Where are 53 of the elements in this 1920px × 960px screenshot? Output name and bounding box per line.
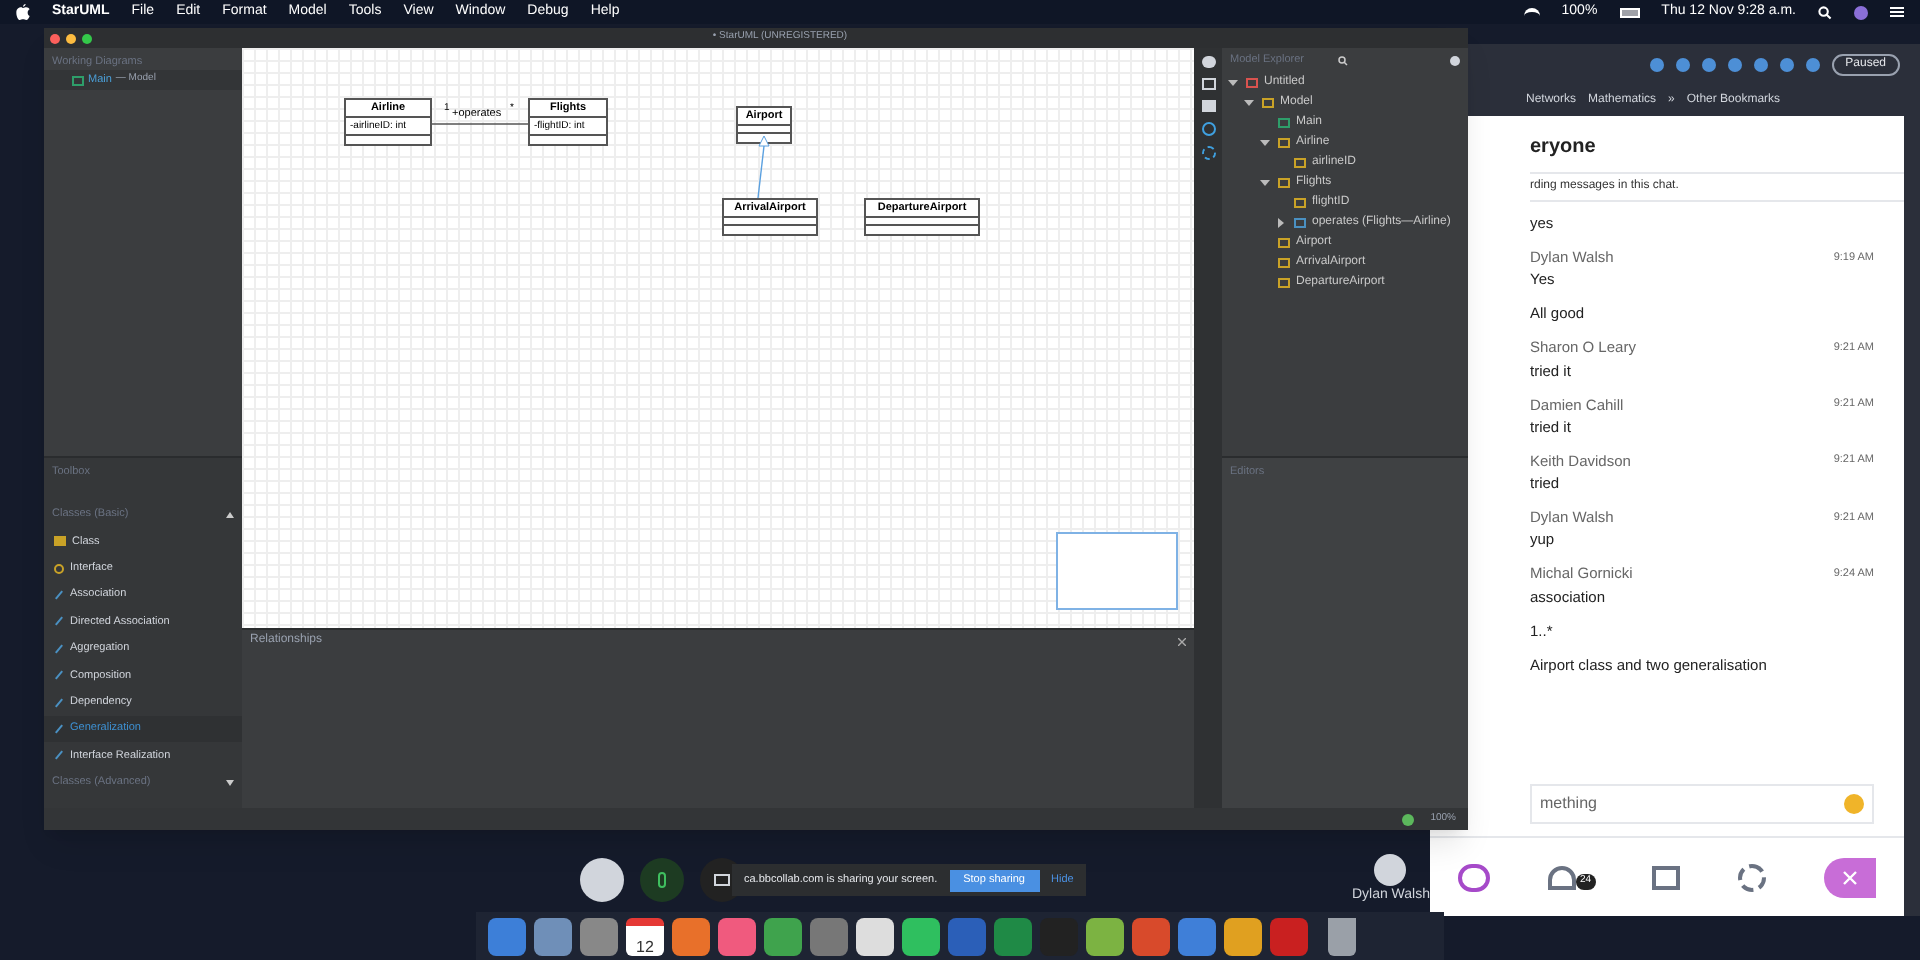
- generalization-arrow[interactable]: [757, 135, 770, 199]
- message-input[interactable]: mething: [1530, 784, 1874, 824]
- close-button[interactable]: [1823, 857, 1876, 897]
- connector-icon: [55, 751, 63, 761]
- attribute-icon: [1294, 157, 1306, 167]
- app-icon[interactable]: [902, 917, 940, 955]
- minimize-window-button[interactable]: [66, 33, 76, 43]
- battery-icon[interactable]: [1619, 7, 1640, 17]
- app-icon[interactable]: [672, 917, 710, 955]
- apple-logo-icon[interactable]: [16, 4, 30, 20]
- connector-icon: [55, 697, 63, 707]
- close-window-button[interactable]: [50, 33, 60, 43]
- class-icon: [54, 536, 66, 547]
- expand-toggle-icon[interactable]: [1244, 97, 1256, 107]
- trash-icon[interactable]: [1328, 917, 1356, 955]
- connector-icon: [55, 590, 63, 600]
- app-icon[interactable]: [856, 917, 894, 955]
- class-icon: [1278, 177, 1290, 187]
- avatar-icon[interactable]: [580, 858, 624, 902]
- expand-toggle-icon[interactable]: [1260, 137, 1272, 147]
- diagram-icon: [1278, 117, 1290, 127]
- caret-icon[interactable]: [226, 511, 234, 519]
- connector-icon: [55, 617, 63, 627]
- expand-toggle-icon[interactable]: [1228, 77, 1240, 87]
- connector-icon: [55, 644, 63, 653]
- microphone-button[interactable]: [640, 858, 684, 902]
- search-icon[interactable]: [1338, 55, 1348, 65]
- expand-toggle-icon[interactable]: [1276, 217, 1288, 227]
- calendar-icon[interactable]: 12: [626, 917, 664, 955]
- class-icon: [1278, 137, 1290, 147]
- status-ok-icon: [1402, 813, 1415, 825]
- attribute-icon: [1294, 197, 1306, 207]
- app-icon[interactable]: [764, 917, 802, 955]
- chat-title: eryone: [1530, 134, 1598, 162]
- app-icon[interactable]: [718, 917, 756, 955]
- close-icon[interactable]: [1178, 637, 1186, 645]
- expand-toggle-icon[interactable]: [1260, 177, 1272, 187]
- wifi-icon[interactable]: [1523, 7, 1540, 17]
- connector-icon: [55, 724, 63, 734]
- zoom-window-button[interactable]: [82, 33, 92, 43]
- association-icon: [1294, 217, 1306, 227]
- interface-icon: [54, 563, 64, 574]
- avatar-icon[interactable]: [1374, 853, 1407, 886]
- caret-icon[interactable]: [226, 778, 234, 787]
- list-icon[interactable]: [1890, 6, 1904, 18]
- project-icon: [1246, 77, 1258, 87]
- app-icon[interactable]: [534, 917, 572, 955]
- model-icon: [1262, 97, 1274, 107]
- app-icon[interactable]: [1086, 917, 1124, 955]
- app-icon[interactable]: [1224, 917, 1262, 955]
- connector-icon: [55, 670, 63, 680]
- diagram-icon: [72, 75, 84, 85]
- chat-tab[interactable]: [1458, 863, 1491, 891]
